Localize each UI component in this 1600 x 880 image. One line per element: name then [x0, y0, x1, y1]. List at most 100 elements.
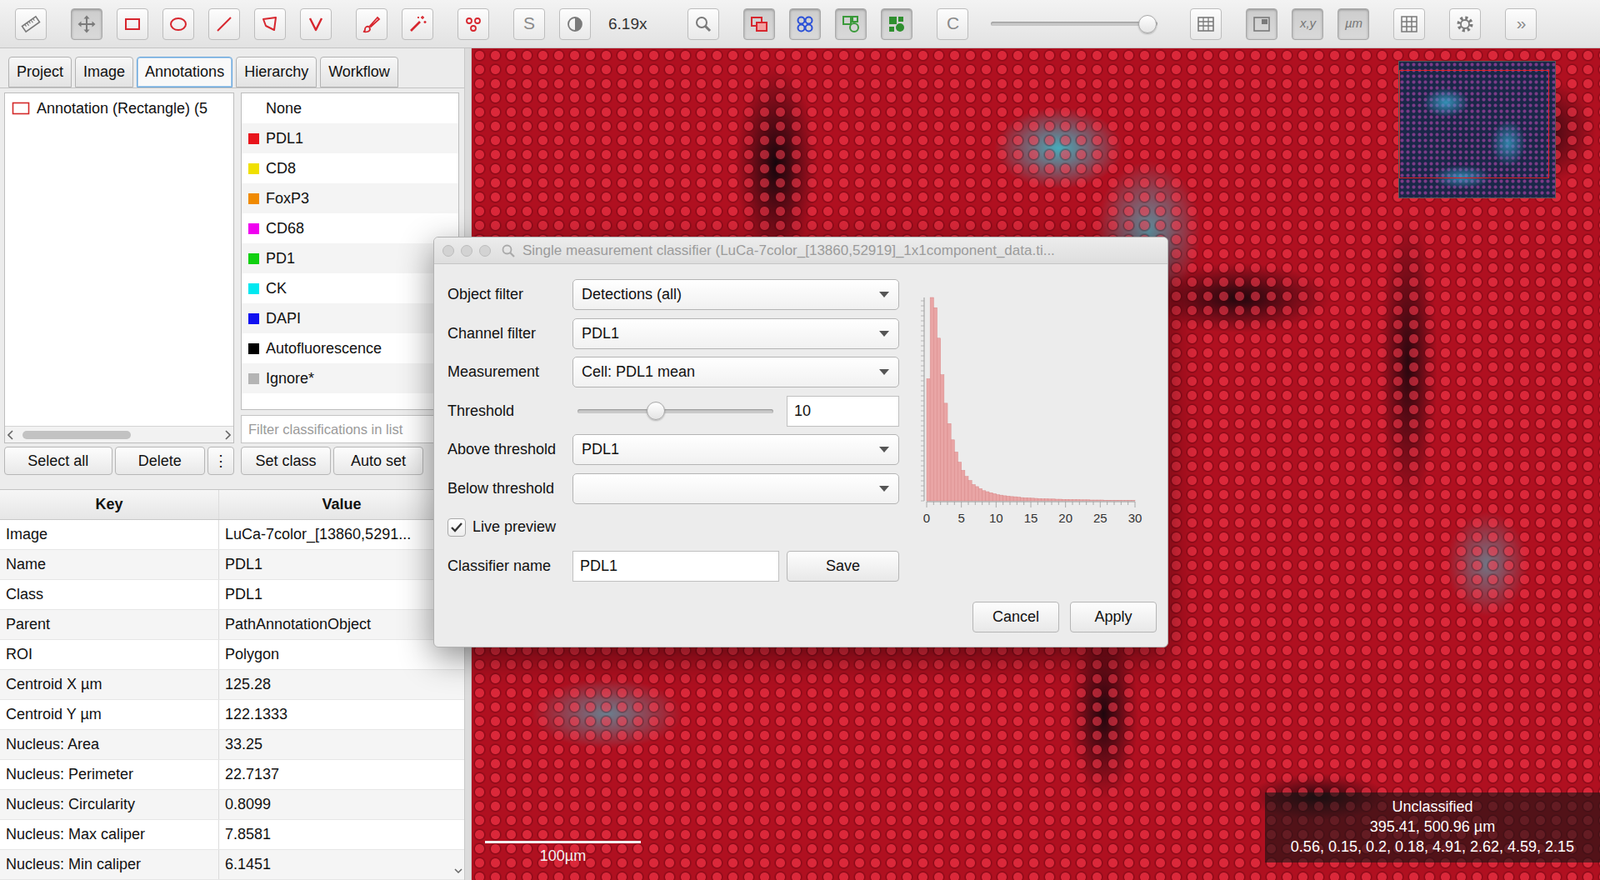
dropdown[interactable]: Detections (all): [572, 279, 900, 310]
scalebar-button[interactable]: µm: [1337, 8, 1370, 40]
form-row: MeasurementCell: PDL1 mean: [447, 356, 900, 388]
classification-item[interactable]: CD68: [241, 213, 459, 244]
property-key: Image: [0, 520, 220, 550]
histogram-bar: [1041, 499, 1045, 501]
table-row[interactable]: Nucleus: Circularity0.8099: [0, 790, 465, 820]
key-column-header[interactable]: Key: [0, 490, 220, 520]
preferences-button[interactable]: [1449, 8, 1481, 40]
panel-tab[interactable]: Project: [8, 56, 72, 88]
vertical-scrollbar[interactable]: [452, 861, 465, 880]
table-row[interactable]: ROIPolygon: [0, 640, 465, 670]
cancel-button[interactable]: Cancel: [972, 601, 1060, 633]
classification-item[interactable]: CD8: [241, 153, 459, 184]
visible-region-box: [1399, 70, 1550, 179]
points-tool[interactable]: [457, 8, 490, 40]
delete-button[interactable]: Delete: [115, 446, 206, 475]
table-row[interactable]: Centroid Y µm122.1333: [0, 700, 465, 730]
table-row[interactable]: Nucleus: Perimeter22.7137: [0, 760, 465, 790]
brush-tool[interactable]: [355, 8, 388, 40]
table-row[interactable]: ClassPDL1: [0, 580, 465, 610]
class-color-swatch: [248, 283, 260, 295]
polyline-tool[interactable]: [300, 8, 332, 40]
zoom-to-fit-button[interactable]: [687, 8, 720, 40]
overview-thumbnail[interactable]: [1398, 60, 1556, 199]
classification-list[interactable]: NonePDL1 CD8 FoxP3CD68PD1CKDAPIAutofluores…: [240, 92, 460, 410]
analysis-pane-button[interactable]: [15, 8, 47, 40]
more-button[interactable]: »: [1505, 8, 1537, 40]
classification-item[interactable]: DAPI: [241, 303, 459, 334]
histogram-bar: [1024, 497, 1028, 501]
select-all-button[interactable]: Select all: [4, 446, 113, 475]
panel-tab[interactable]: Hierarchy: [235, 56, 317, 88]
table-row[interactable]: Nucleus: Max caliper7.8581: [0, 820, 465, 850]
grid-icon: [1399, 14, 1420, 35]
minimize-button[interactable]: [460, 245, 473, 257]
c-icon: C: [946, 12, 960, 35]
panel-tab[interactable]: Workflow: [320, 56, 399, 88]
close-button[interactable]: [442, 245, 455, 257]
fill-detections-button[interactable]: [880, 8, 913, 40]
dropdown-caret-icon: [878, 290, 890, 299]
classification-item[interactable]: PD1: [241, 243, 459, 274]
auto-set-button[interactable]: Auto set: [333, 446, 424, 475]
brightness-contrast-button[interactable]: [559, 8, 591, 40]
zoom-button[interactable]: [479, 245, 491, 257]
annotation-list[interactable]: Annotation (Rectangle) (5: [4, 92, 235, 444]
classification-item[interactable]: PDL1: [241, 123, 459, 154]
line-tool[interactable]: [208, 8, 240, 40]
histogram-bar: [982, 490, 986, 501]
grid-button[interactable]: [1393, 8, 1425, 40]
table-row[interactable]: Centroid X µm125.28: [0, 670, 465, 700]
rectangle-tool[interactable]: [116, 8, 149, 40]
classifier-name-field[interactable]: PDL1: [572, 550, 780, 582]
table-header: KeyValue: [0, 490, 465, 520]
dropdown[interactable]: PDL1: [572, 318, 900, 350]
scrollbar-thumb[interactable]: [22, 430, 131, 440]
live-preview-checkbox[interactable]: [447, 518, 466, 537]
table-row[interactable]: ImageLuCa-7color_[13860,5291...: [0, 520, 465, 550]
show-tma-button[interactable]: [789, 8, 821, 40]
overview-button[interactable]: [1245, 8, 1278, 40]
table-row[interactable]: NamePDL1: [0, 550, 465, 580]
classification-item[interactable]: FoxP3: [241, 183, 459, 214]
annotation-item[interactable]: Annotation (Rectangle) (5: [5, 93, 234, 124]
save-button[interactable]: Save: [786, 550, 900, 582]
threshold-slider[interactable]: [577, 409, 774, 414]
class-name: CD8: [265, 159, 296, 179]
classification-item[interactable]: Ignore*: [241, 363, 459, 394]
polygon-icon: [260, 14, 280, 35]
selection-mode-button[interactable]: S: [513, 8, 545, 40]
location-button[interactable]: x,y: [1291, 8, 1324, 40]
dropdown[interactable]: PDL1: [572, 434, 900, 465]
dropdown[interactable]: Cell: PDL1 mean: [572, 356, 900, 388]
axis-tick-label: 25: [1093, 510, 1108, 525]
ellipse-tool[interactable]: [162, 8, 195, 40]
pixel-classification-button[interactable]: C: [936, 8, 969, 40]
threshold-slider-knob[interactable]: [646, 401, 665, 420]
polygon-tool[interactable]: [254, 8, 286, 40]
table-row[interactable]: ParentPathAnnotationObject: [0, 610, 465, 640]
move-tool[interactable]: [70, 8, 103, 40]
horizontal-scrollbar[interactable]: [5, 425, 234, 443]
wand-tool[interactable]: [401, 8, 434, 40]
apply-button[interactable]: Apply: [1070, 601, 1157, 633]
class-filter-field[interactable]: [240, 415, 460, 444]
set-class-button[interactable]: Set class: [240, 446, 331, 475]
threshold-field[interactable]: 10: [786, 395, 900, 427]
show-detections-button[interactable]: [835, 8, 867, 40]
classification-item[interactable]: CK: [241, 273, 459, 304]
show-annotations-button[interactable]: [743, 8, 775, 40]
opacity-slider[interactable]: [990, 21, 1158, 26]
classification-item[interactable]: Autofluorescence: [241, 333, 459, 364]
ellipse-icon: [168, 14, 189, 35]
measurement-table-button[interactable]: [1190, 8, 1222, 40]
opacity-slider-knob[interactable]: [1138, 15, 1157, 34]
dropdown[interactable]: [572, 473, 900, 505]
value-column-header[interactable]: Value: [219, 490, 465, 520]
table-row[interactable]: Nucleus: Min caliper6.1451: [0, 850, 465, 880]
table-row[interactable]: Nucleus: Area33.25: [0, 730, 465, 760]
panel-tab[interactable]: Annotations: [136, 56, 233, 88]
panel-tab[interactable]: Image: [75, 56, 134, 88]
classification-item[interactable]: None: [241, 93, 459, 124]
more-options-button[interactable]: ⋮: [207, 446, 235, 475]
